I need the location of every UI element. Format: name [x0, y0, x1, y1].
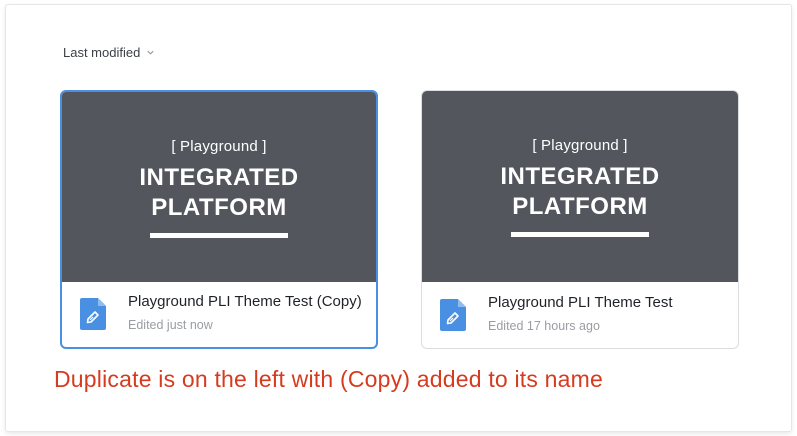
document-pen-icon [440, 299, 466, 331]
file-name[interactable]: Playground PLI Theme Test [488, 294, 728, 311]
file-meta: Playground PLI Theme Test (Copy) Edited … [62, 281, 376, 347]
annotation-text: Duplicate is on the left with (Copy) add… [54, 366, 604, 392]
thumbnail-kicker: [ Playground ] [532, 137, 628, 154]
file-card-original[interactable]: [ Playground ] INTEGRATED PLATFORM Playg… [421, 90, 739, 349]
file-name[interactable]: Playground PLI Theme Test (Copy) [128, 293, 368, 310]
thumbnail-title-line1: INTEGRATED [500, 163, 660, 190]
thumbnail-title-line2: PLATFORM [512, 193, 648, 220]
sort-label: Last modified [63, 45, 141, 60]
file-edited-time: Edited 17 hours ago [488, 319, 600, 333]
thumbnail-title-line2: PLATFORM [151, 194, 287, 221]
document-pen-icon [80, 298, 106, 330]
sort-dropdown[interactable]: Last modified [63, 45, 155, 60]
chevron-down-icon [147, 50, 154, 55]
thumbnail-title-line1: INTEGRATED [139, 164, 299, 191]
file-thumbnail: [ Playground ] INTEGRATED PLATFORM [422, 91, 738, 282]
file-meta: Playground PLI Theme Test Edited 17 hour… [422, 282, 738, 348]
thumbnail-kicker: [ Playground ] [171, 138, 267, 155]
screenshot-frame: Last modified [ Playground ] INTEGRATED … [6, 5, 791, 431]
thumbnail-underline [150, 233, 288, 238]
file-card-copy[interactable]: [ Playground ] INTEGRATED PLATFORM Playg… [60, 90, 378, 349]
file-edited-time: Edited just now [128, 318, 213, 332]
file-thumbnail: [ Playground ] INTEGRATED PLATFORM [62, 92, 376, 282]
thumbnail-underline [511, 232, 649, 237]
